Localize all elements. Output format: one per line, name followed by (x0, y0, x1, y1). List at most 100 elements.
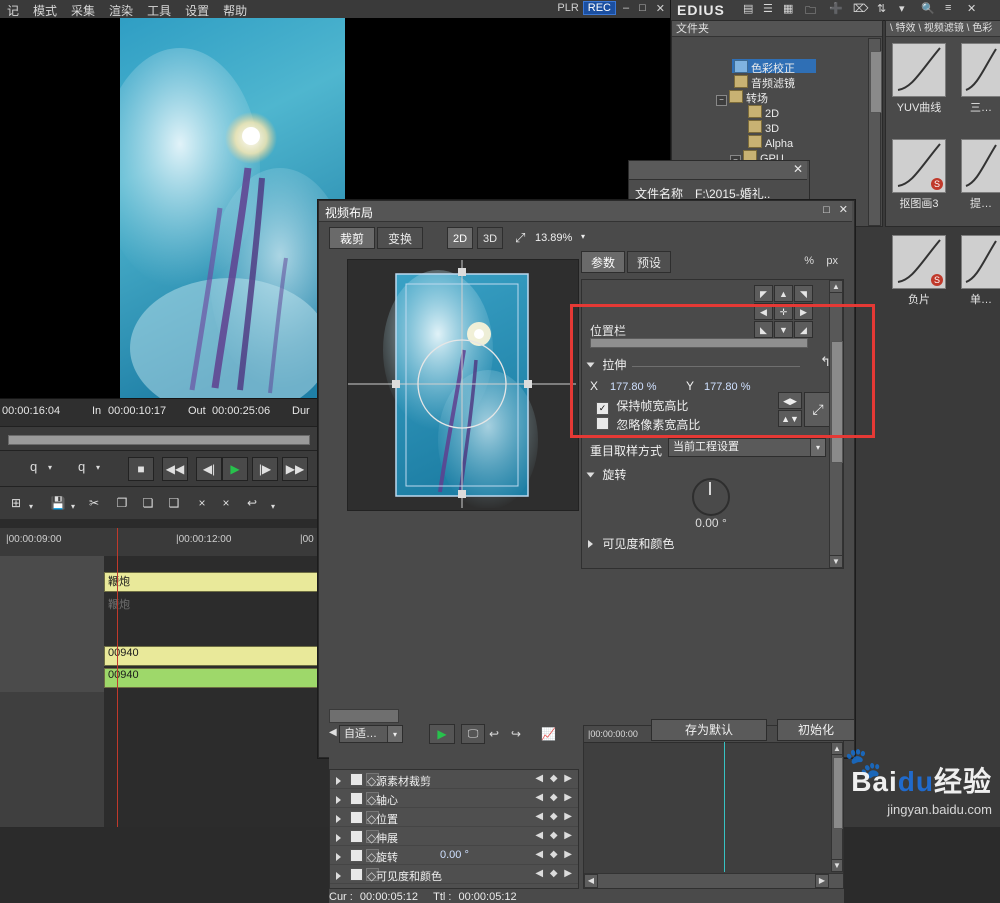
menu-item-4[interactable]: 工具 (140, 0, 178, 19)
keep-aspect-row[interactable]: ✓ 保持帧宽高比 (596, 397, 688, 415)
stretch-x-value[interactable]: 177.80 % (610, 379, 656, 393)
delete-out-icon[interactable]: × (218, 493, 234, 513)
paste-icon[interactable]: ❏ (140, 493, 156, 513)
rewind-button[interactable]: ◀◀ (162, 457, 188, 481)
tree-item-0[interactable]: 色彩校正 (751, 63, 795, 75)
row-nav-arrows[interactable]: ◀ ◆ ▶ (535, 830, 574, 841)
next-frame-button[interactable]: |▶ (252, 457, 278, 481)
stretch-fit-screen-button[interactable]: ⤢ (804, 392, 832, 427)
dialog-maximize-button[interactable]: □ (823, 204, 830, 216)
folder-scroll-thumb[interactable] (870, 51, 882, 113)
kf-scroll-left[interactable]: ◀ (584, 874, 598, 888)
nudge-center[interactable]: ✛ (774, 303, 793, 320)
keyframe-mode-chevron-icon[interactable]: ▾ (387, 726, 402, 742)
effects-pane[interactable]: \ 特效 \ 视频滤镜 \ 色彩校正 YUV曲线 三… S (885, 20, 1000, 227)
clip-4[interactable]: 00940 (104, 668, 320, 688)
row-expand-icon[interactable] (336, 812, 341, 826)
menu-item-0[interactable]: 记 (0, 0, 26, 19)
track-header-1va[interactable] (0, 594, 104, 617)
row-enable-checkbox[interactable] (350, 792, 363, 807)
cut-icon[interactable]: ✂ (86, 493, 102, 513)
stretch-v-fit-button[interactable]: ▲▼ (778, 410, 802, 427)
parameter-panel[interactable]: 参数 预设 % px ◤ ▲ ◥ ◀ ✛ ▶ ◣ ▼ ◢ 位置栏 拉伸 ↰ X … (581, 251, 844, 719)
fx-item-mono[interactable]: 单… (954, 235, 1000, 307)
prev-frame-button[interactable]: ◀| (196, 457, 222, 481)
kf-scroll-up[interactable]: ▲ (831, 742, 843, 755)
file-dialog-close-icon[interactable]: ✕ (793, 162, 803, 176)
menu-item-3[interactable]: 渲染 (102, 0, 140, 19)
row-enable-checkbox[interactable] (350, 811, 363, 826)
list-view-icon[interactable]: ☰ (763, 2, 773, 18)
keyframe-mode-select[interactable]: 自适… ▾ (339, 725, 403, 743)
row-enable-checkbox[interactable] (350, 830, 363, 845)
keyframe-vscrollbar[interactable]: ▲ ▼ (831, 742, 843, 872)
fx-item-matte3[interactable]: S 抠图画3 (892, 139, 946, 211)
keep-aspect-checkbox[interactable]: ✓ (596, 402, 609, 415)
row-expand-icon[interactable] (336, 774, 341, 788)
tree-item-2[interactable]: 转场 (746, 93, 768, 105)
keyframe-hscrollbar[interactable]: ◀ ▶ (584, 873, 843, 888)
zoom-in-tool[interactable]: q (78, 459, 85, 474)
row-nav-arrows[interactable]: ◀ ◆ ▶ (535, 792, 574, 803)
keyframe-row-4[interactable]: ◇ 旋转 0.00 ° ◀ ◆ ▶ (330, 846, 578, 865)
fx-item-negative[interactable]: S 负片 (892, 235, 946, 307)
fast-forward-button[interactable]: ▶▶ (282, 457, 308, 481)
row-nav-arrows[interactable]: ◀ ◆ ▶ (535, 868, 574, 879)
dialog-titlebar[interactable]: 视频布局 □ ✕ (319, 201, 852, 222)
tree-item-4[interactable]: 3D (765, 123, 779, 135)
marker-chevron-icon[interactable]: ▾ (26, 497, 36, 517)
undo-icon[interactable]: ↩ (244, 493, 260, 513)
grid-view-icon[interactable]: ▦ (783, 2, 793, 18)
fx-item-yuv-curve[interactable]: YUV曲线 (892, 43, 946, 115)
app-menubar[interactable]: 记 模式 采集 渲染 工具 设置 帮助 PLR REC – □ ✕ (0, 0, 670, 19)
row-nav-arrows[interactable]: ◀ ◆ ▶ (535, 811, 574, 822)
row-enable-checkbox[interactable] (350, 849, 363, 864)
param-scroll-down[interactable]: ▼ (829, 555, 843, 568)
kf-scroll-down[interactable]: ▼ (831, 859, 843, 872)
rec-indicator[interactable]: REC (583, 1, 616, 15)
row-expand-icon[interactable] (336, 850, 341, 864)
tool-chevron-icon[interactable]: ▾ (899, 2, 905, 18)
fx-item-three[interactable]: 三… (954, 43, 1000, 115)
duplicate-icon[interactable]: ❑ (166, 493, 182, 513)
nudge-left[interactable]: ◀ (754, 303, 773, 320)
row-nav-arrows[interactable]: ◀ ◆ ▶ (535, 849, 574, 860)
zoom-value[interactable]: 13.89% (535, 232, 572, 244)
row-expand-icon[interactable] (336, 793, 341, 807)
sort-icon[interactable]: ⇅ (877, 2, 886, 18)
rotation-value[interactable]: 0.00 ° (690, 516, 732, 530)
folder-scrollbar[interactable] (868, 38, 881, 226)
nudge-up-right[interactable]: ◥ (794, 285, 813, 302)
reset-button[interactable]: 初始化 (777, 719, 855, 741)
row-enable-checkbox[interactable] (350, 868, 363, 883)
edius-toolbar[interactable]: EDIUS ▤ ☰ ▦ 🗀 ➕ ⌦ ⇅ ▾ 🔍 ≡ ✕ (671, 0, 1000, 21)
keyframe-redo-icon[interactable]: ↪ (511, 727, 521, 741)
bin-icon[interactable]: ▤ (743, 2, 753, 18)
fit-view-icon[interactable]: ⤢ (515, 230, 525, 246)
search-icon[interactable]: 🔍 (921, 2, 935, 18)
partial-slider[interactable] (590, 338, 808, 348)
row-expand-icon[interactable] (336, 831, 341, 845)
folder-icon[interactable]: 🗀 (805, 2, 816, 18)
ignore-pixel-row[interactable]: 忽略像素宽高比 (596, 416, 700, 433)
fx-item-lift[interactable]: 提… (954, 139, 1000, 211)
save-icon[interactable]: 💾 (50, 493, 66, 513)
maximize-button[interactable]: □ (636, 2, 649, 14)
stop-button[interactable]: ■ (128, 457, 154, 481)
menu-item-6[interactable]: 帮助 (216, 0, 254, 19)
properties-icon[interactable]: ≡ (945, 2, 951, 18)
keyframe-row-5[interactable]: ◇ 可见度和颜色 ◀ ◆ ▶ (330, 865, 578, 884)
nudge-down[interactable]: ▼ (774, 321, 793, 338)
keyframe-row-0[interactable]: ◇ 源素材裁剪 ◀ ◆ ▶ (330, 770, 578, 789)
minimize-button[interactable]: – (620, 2, 632, 14)
tree-item-3[interactable]: 2D (765, 108, 779, 120)
undo-chevron-icon[interactable]: ▾ (268, 497, 278, 517)
keyframe-monitor-button[interactable]: 🖵 (461, 724, 485, 744)
add-icon[interactable]: ➕ (829, 2, 843, 18)
save-chevron-icon[interactable]: ▾ (68, 497, 78, 517)
keyframe-toolbar[interactable]: ◀ 自适… ▾ ▶ 🖵 ↩ ↪ 📈 (329, 725, 579, 747)
video-layout-dialog[interactable]: 视频布局 □ ✕ 裁剪 变换 2D 3D ⤢ 13.89% ▾ (318, 200, 855, 758)
keyframe-timeline[interactable]: |00:00:00:00 |00:00:04:00 |00:00 ▲ ▼ ◀ ▶ (583, 725, 844, 889)
kf-scroll-thumb[interactable] (833, 757, 843, 829)
view-2d-button[interactable]: 2D (447, 227, 473, 249)
